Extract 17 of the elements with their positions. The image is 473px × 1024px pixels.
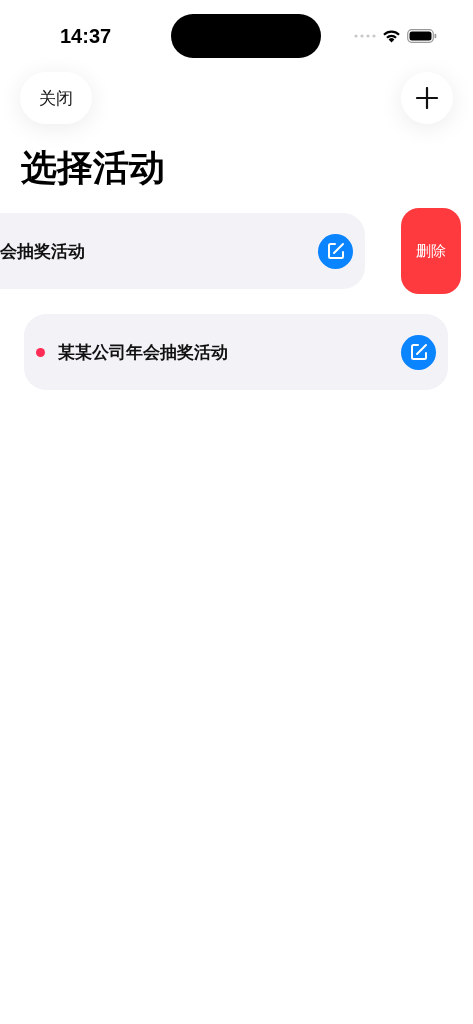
edit-icon <box>326 242 345 260</box>
activity-card[interactable]: 某某公司年会抽奖活动 <box>24 314 448 390</box>
page-title: 选择活动 <box>21 146 166 190</box>
wifi-icon <box>382 29 401 43</box>
delete-button[interactable]: 删除 <box>401 208 461 294</box>
activity-card[interactable]: 会抽奖活动 <box>0 213 365 289</box>
activity-name: 会抽奖活动 <box>0 239 86 263</box>
battery-icon <box>407 29 437 43</box>
edit-button[interactable] <box>401 334 436 370</box>
signal-icon <box>354 34 376 38</box>
status-time: 14:37 <box>60 24 112 48</box>
add-button[interactable] <box>401 72 453 124</box>
activity-name: 某某公司年会抽奖活动 <box>58 340 229 364</box>
edit-button[interactable] <box>318 233 353 269</box>
plus-icon <box>416 87 438 109</box>
edit-icon <box>409 343 428 361</box>
close-button[interactable]: 关闭 <box>20 72 92 124</box>
